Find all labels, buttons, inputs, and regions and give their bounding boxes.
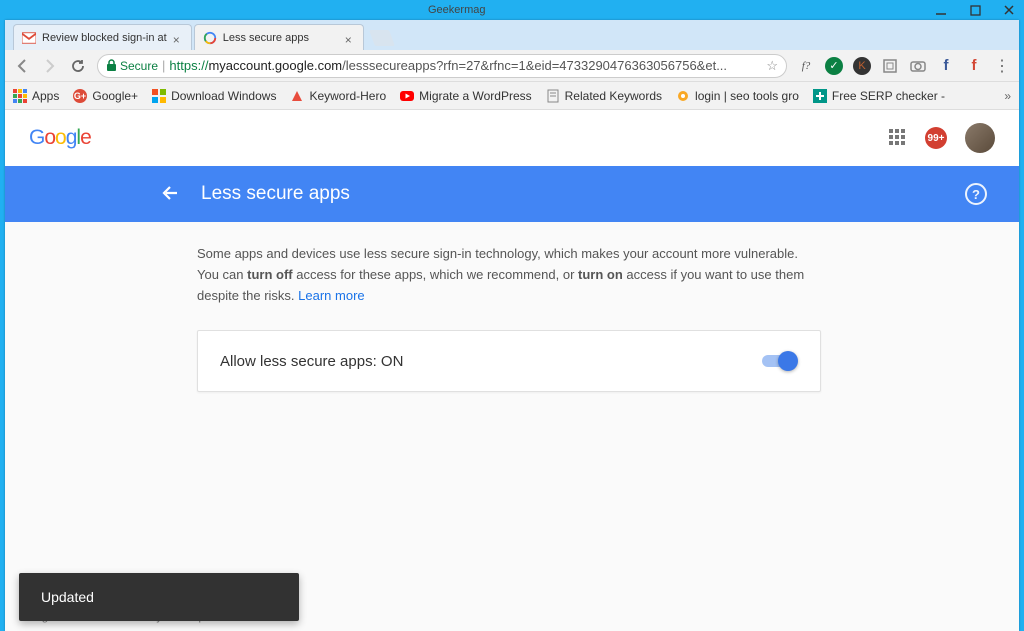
address-bar-row: Secure | https://myaccount.google.com/le… [5, 50, 1019, 82]
extension-icon[interactable]: K [853, 57, 871, 75]
description-text: Some apps and devices use less secure si… [197, 244, 817, 306]
address-bar[interactable]: Secure | https://myaccount.google.com/le… [97, 54, 787, 78]
back-button[interactable] [13, 57, 31, 75]
extension-icon[interactable]: ✓ [825, 57, 843, 75]
notification-badge[interactable]: 99+ [925, 127, 947, 149]
main-content: Some apps and devices use less secure si… [5, 222, 825, 392]
bookmark-label: Download Windows [171, 89, 276, 103]
extension-icon[interactable]: f? [797, 57, 815, 75]
serp-icon [813, 89, 827, 103]
bookmark-bar: Apps G+ Google+ Download Windows Keyword… [5, 82, 1019, 110]
reload-button[interactable] [69, 57, 87, 75]
keyword-hero-icon [290, 89, 304, 103]
new-tab-button[interactable] [369, 30, 395, 46]
url-text: https://myaccount.google.com/lesssecurea… [169, 58, 762, 73]
bookmark-apps[interactable]: Apps [13, 89, 59, 103]
document-icon [546, 89, 560, 103]
youtube-icon [400, 89, 414, 103]
google-header: Google 99+ [5, 110, 1019, 166]
lock-icon [106, 59, 117, 72]
bookmark-label: Migrate a WordPress [419, 89, 531, 103]
tab-strip: Review blocked sign-in at × Less secure … [5, 20, 1019, 50]
windows-icon [152, 89, 166, 103]
setting-card: Allow less secure apps: ON [197, 330, 821, 392]
svg-text:G+: G+ [74, 91, 86, 101]
bookmark-overflow-icon[interactable]: » [1004, 89, 1011, 103]
avatar[interactable] [965, 123, 995, 153]
google-logo[interactable]: Google [29, 126, 91, 150]
bookmark-label: Keyword-Hero [309, 89, 386, 103]
help-icon[interactable]: ? [965, 183, 987, 205]
bookmark-item[interactable]: G+ Google+ [73, 89, 138, 103]
gmail-icon [22, 31, 36, 45]
window-maximize-button[interactable] [968, 3, 982, 17]
bookmark-item[interactable]: Free SERP checker - [813, 89, 945, 103]
bookmark-label: Related Keywords [565, 89, 662, 103]
apps-icon [13, 89, 27, 103]
toast-notification: Updated [19, 573, 299, 621]
extension-icon[interactable]: f [937, 57, 955, 75]
tab-label: Less secure apps [223, 32, 339, 44]
bookmark-item[interactable]: Related Keywords [546, 89, 662, 103]
google-apps-icon[interactable] [889, 129, 907, 147]
secure-label: Secure [120, 59, 158, 73]
browser-window: Review blocked sign-in at × Less secure … [5, 20, 1019, 631]
setting-label: Allow less secure apps: ON [220, 353, 403, 370]
toast-text: Updated [41, 589, 94, 605]
allow-less-secure-toggle[interactable] [762, 351, 798, 371]
bookmark-item[interactable]: Download Windows [152, 89, 276, 103]
browser-tab[interactable]: Review blocked sign-in at × [13, 24, 192, 50]
bookmark-label: login | seo tools gro [695, 89, 799, 103]
window-titlebar: Geekermag [0, 0, 1024, 20]
page-content: Google 99+ Less secure apps ? Some apps … [5, 110, 1019, 631]
page-header-bar: Less secure apps ? [5, 166, 1019, 222]
tab-close-icon[interactable]: × [345, 33, 355, 43]
secure-badge: Secure [106, 59, 158, 73]
tab-close-icon[interactable]: × [173, 33, 183, 43]
extension-icon[interactable] [909, 57, 927, 75]
extension-icon[interactable]: f [965, 57, 983, 75]
bookmark-item[interactable]: Keyword-Hero [290, 89, 386, 103]
window-minimize-button[interactable] [934, 3, 948, 17]
learn-more-link[interactable]: Learn more [298, 288, 364, 303]
browser-tab-active[interactable]: Less secure apps × [194, 24, 364, 50]
browser-menu-button[interactable]: ⋮ [993, 57, 1011, 75]
tab-label: Review blocked sign-in at [42, 32, 167, 44]
back-arrow-icon[interactable] [159, 182, 183, 206]
bookmark-item[interactable]: login | seo tools gro [676, 89, 799, 103]
bookmark-label: Apps [32, 89, 59, 103]
page-title: Less secure apps [201, 183, 350, 205]
forward-button[interactable] [41, 57, 59, 75]
bookmark-label: Google+ [92, 89, 138, 103]
bookmark-star-icon[interactable]: ☆ [766, 58, 778, 74]
seo-icon [676, 89, 690, 103]
gplus-icon: G+ [73, 89, 87, 103]
extension-icon[interactable] [881, 57, 899, 75]
window-title: Geekermag [428, 4, 485, 16]
window-close-button[interactable] [1002, 3, 1016, 17]
google-icon [203, 31, 217, 45]
bookmark-item[interactable]: Migrate a WordPress [400, 89, 531, 103]
bookmark-label: Free SERP checker - [832, 89, 945, 103]
